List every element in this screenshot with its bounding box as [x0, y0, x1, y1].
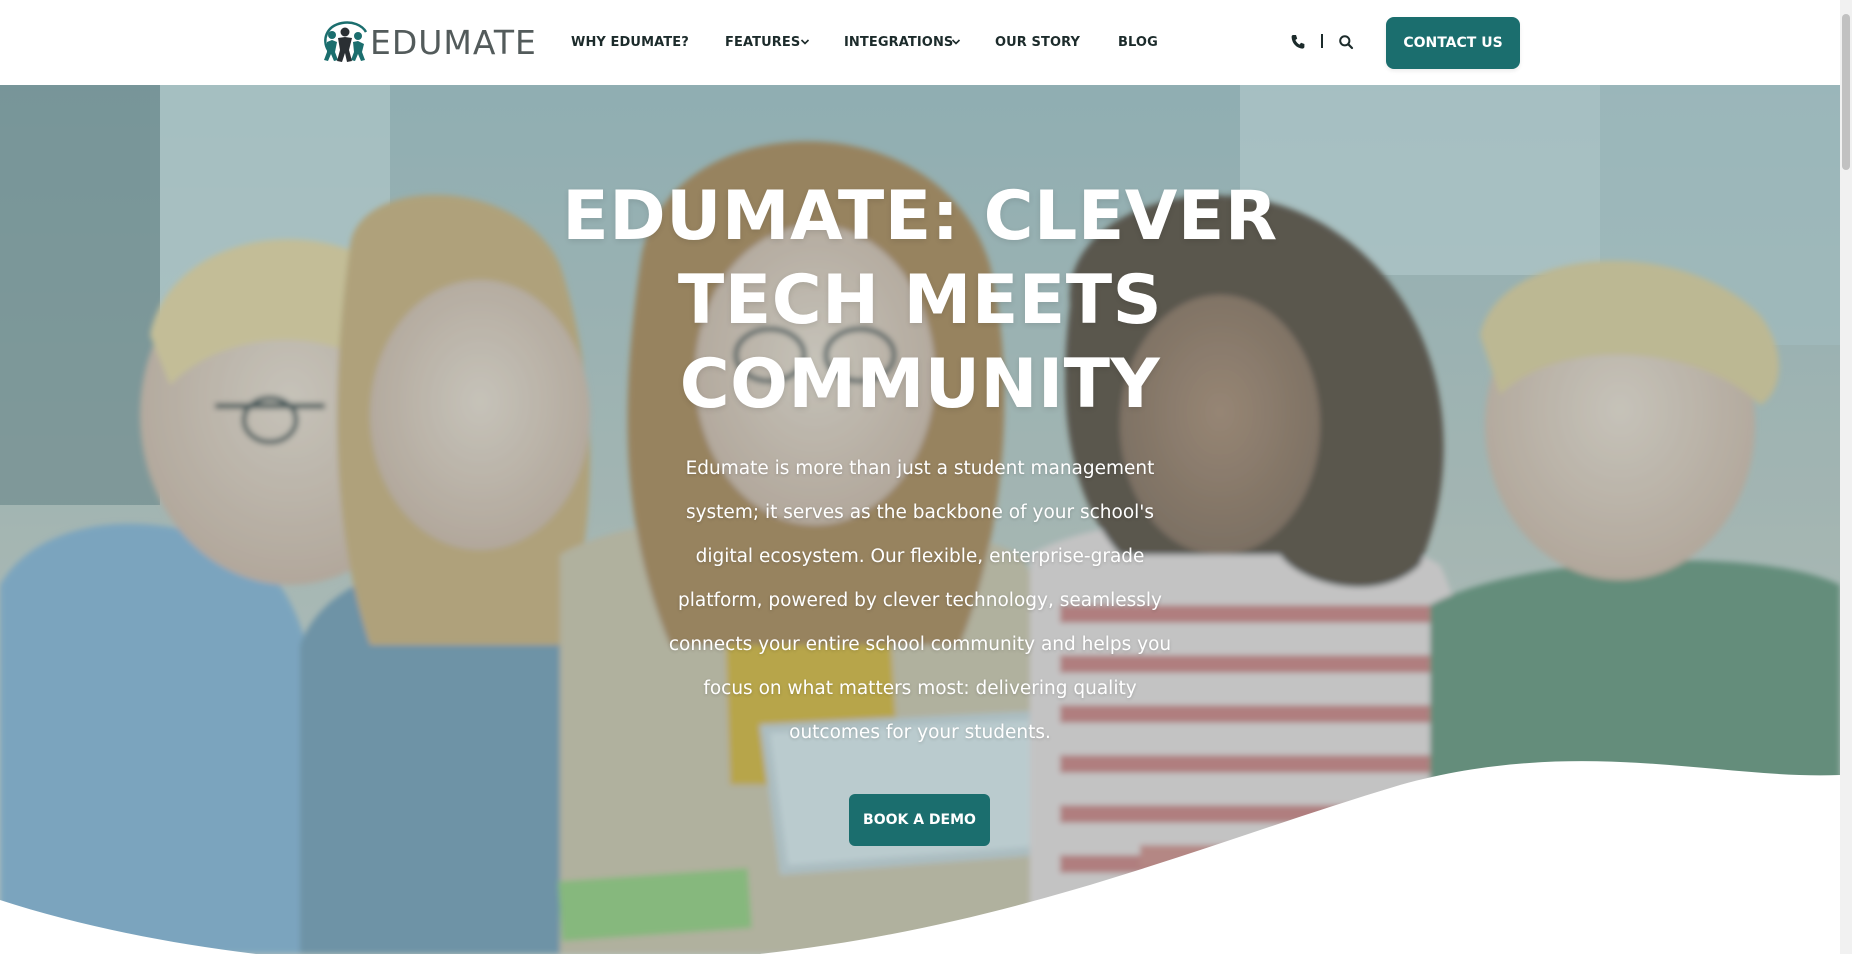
- chevron-down-icon[interactable]: [800, 37, 810, 47]
- hero-title: EDUMATE: CLEVER TECH MEETS COMMUNITY: [562, 177, 1278, 424]
- nav-our-story[interactable]: OUR STORY: [995, 34, 1080, 52]
- nav-why-edumate[interactable]: WHY EDUMATE?: [571, 34, 689, 52]
- nav-features[interactable]: FEATURES: [725, 34, 800, 52]
- header-divider: [1321, 34, 1323, 48]
- phone-icon[interactable]: [1290, 33, 1306, 51]
- page-scrollbar[interactable]: [1840, 0, 1852, 954]
- chevron-down-icon[interactable]: [951, 37, 961, 47]
- scrollbar-thumb[interactable]: [1842, 14, 1850, 170]
- contact-us-button[interactable]: CONTACT US: [1386, 17, 1520, 69]
- book-a-demo-button[interactable]: BOOK A DEMO: [849, 794, 990, 846]
- main-nav: WHY EDUMATE? FEATURES INTEGRATIONS OUR S…: [0, 0, 1840, 85]
- nav-blog[interactable]: BLOG: [1118, 34, 1158, 52]
- search-icon[interactable]: [1338, 33, 1354, 51]
- hero-section: EDUMATE: CLEVER TECH MEETS COMMUNITY Edu…: [0, 85, 1840, 954]
- nav-integrations[interactable]: INTEGRATIONS: [844, 34, 953, 52]
- hero-description: Edumate is more than just a student mana…: [668, 458, 1172, 743]
- site-header: EDUMATE WHY EDUMATE? FEATURES INTEGRATIO…: [0, 0, 1840, 85]
